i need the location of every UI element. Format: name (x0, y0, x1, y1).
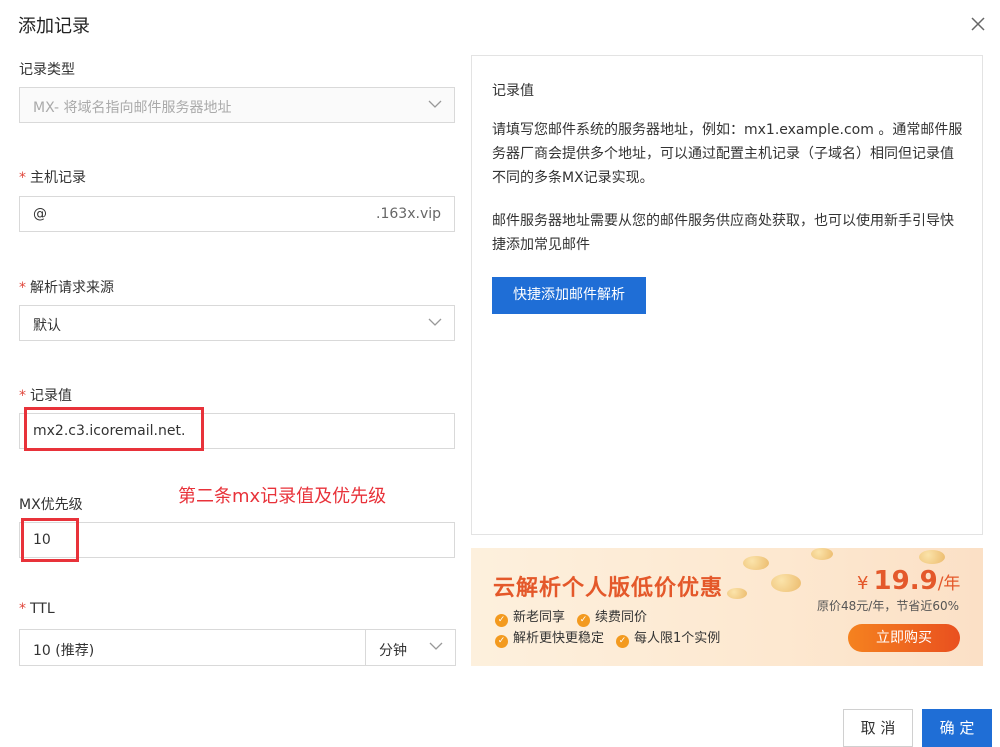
coin-decoration (727, 588, 747, 599)
required-mark: * (19, 388, 26, 404)
help-panel: 记录值 请填写您邮件系统的服务器地址，例如：mx1.example.com 。通… (471, 55, 983, 535)
coin-decoration (771, 574, 801, 592)
required-mark: * (19, 280, 26, 296)
check-circle-icon: ✓ (577, 614, 590, 627)
host-input[interactable]: @ .163x.vip (19, 196, 455, 232)
promo-feature: ✓ 续费同价 (577, 606, 647, 627)
ttl-unit-value: 分钟 (379, 643, 407, 659)
help-paragraph-1: 请填写您邮件系统的服务器地址，例如：mx1.example.com 。通常邮件服… (492, 122, 963, 186)
close-icon[interactable] (968, 14, 988, 34)
check-circle-icon: ✓ (495, 614, 508, 627)
buy-now-button[interactable]: 立即购买 (848, 624, 960, 652)
domain-suffix: .163x.vip (376, 206, 441, 222)
record-type-select[interactable]: MX- 将域名指向邮件服务器地址 (19, 87, 455, 123)
promo-feature: ✓ 解析更快更稳定 (495, 627, 604, 648)
resolve-source-value: 默认 (33, 318, 61, 334)
annotation-text: 第二条mx记录值及优先级 (178, 486, 387, 507)
ttl-unit-select[interactable]: 分钟 (365, 629, 456, 666)
resolve-source-select[interactable]: 默认 (19, 305, 455, 341)
ttl-value: 10 (推荐) (33, 643, 95, 659)
required-mark: * (19, 601, 26, 617)
cancel-button[interactable]: 取 消 (843, 709, 913, 747)
resolve-source-label: * 解析请求来源 (19, 280, 114, 296)
record-value-text: mx2.c3.icoremail.net. (33, 423, 186, 439)
record-value-input[interactable]: mx2.c3.icoremail.net. (19, 413, 455, 449)
ttl-label: * TTL (19, 601, 55, 617)
promo-feature: ✓ 每人限1个实例 (616, 627, 720, 648)
ttl-select[interactable]: 10 (推荐) (19, 629, 366, 666)
check-circle-icon: ✓ (616, 635, 629, 648)
required-mark: * (19, 170, 26, 186)
promo-title: 云解析个人版低价优惠 (493, 576, 724, 601)
coin-decoration (743, 556, 769, 570)
promo-original-price: 原价48元/年，节省近60% (817, 599, 959, 613)
record-type-label: 记录类型 (19, 62, 75, 78)
coin-decoration (811, 548, 833, 560)
help-panel-title: 记录值 (492, 83, 534, 99)
coin-decoration (919, 550, 945, 564)
host-label: * 主机记录 (19, 170, 86, 186)
promo-price: ¥ 19.9/年 (857, 566, 961, 596)
chevron-down-icon (429, 642, 443, 650)
check-circle-icon: ✓ (495, 635, 508, 648)
chevron-down-icon (428, 100, 442, 108)
help-paragraph-2: 邮件服务器地址需要从您的邮件服务供应商处获取，也可以使用新手引导快捷添加常见邮件 (492, 213, 954, 253)
host-value: @ (33, 206, 47, 222)
promo-feature: ✓ 新老同享 (495, 606, 565, 627)
promo-banner[interactable]: 云解析个人版低价优惠 ✓ 新老同享 ✓ 续费同价 ✓ 解析更快更稳定 ✓ 每人限1个实例… (471, 548, 983, 666)
record-value-label: * 记录值 (19, 388, 72, 404)
mx-priority-value: 10 (33, 532, 51, 548)
quick-add-mail-button[interactable]: 快捷添加邮件解析 (492, 277, 646, 314)
dialog-title: 添加记录 (18, 16, 90, 37)
record-type-value: MX- 将域名指向邮件服务器地址 (33, 100, 232, 116)
confirm-button[interactable]: 确 定 (922, 709, 992, 747)
mx-priority-label: MX优先级 (19, 497, 83, 513)
mx-priority-input[interactable]: 10 (19, 522, 455, 558)
chevron-down-icon (428, 318, 442, 326)
